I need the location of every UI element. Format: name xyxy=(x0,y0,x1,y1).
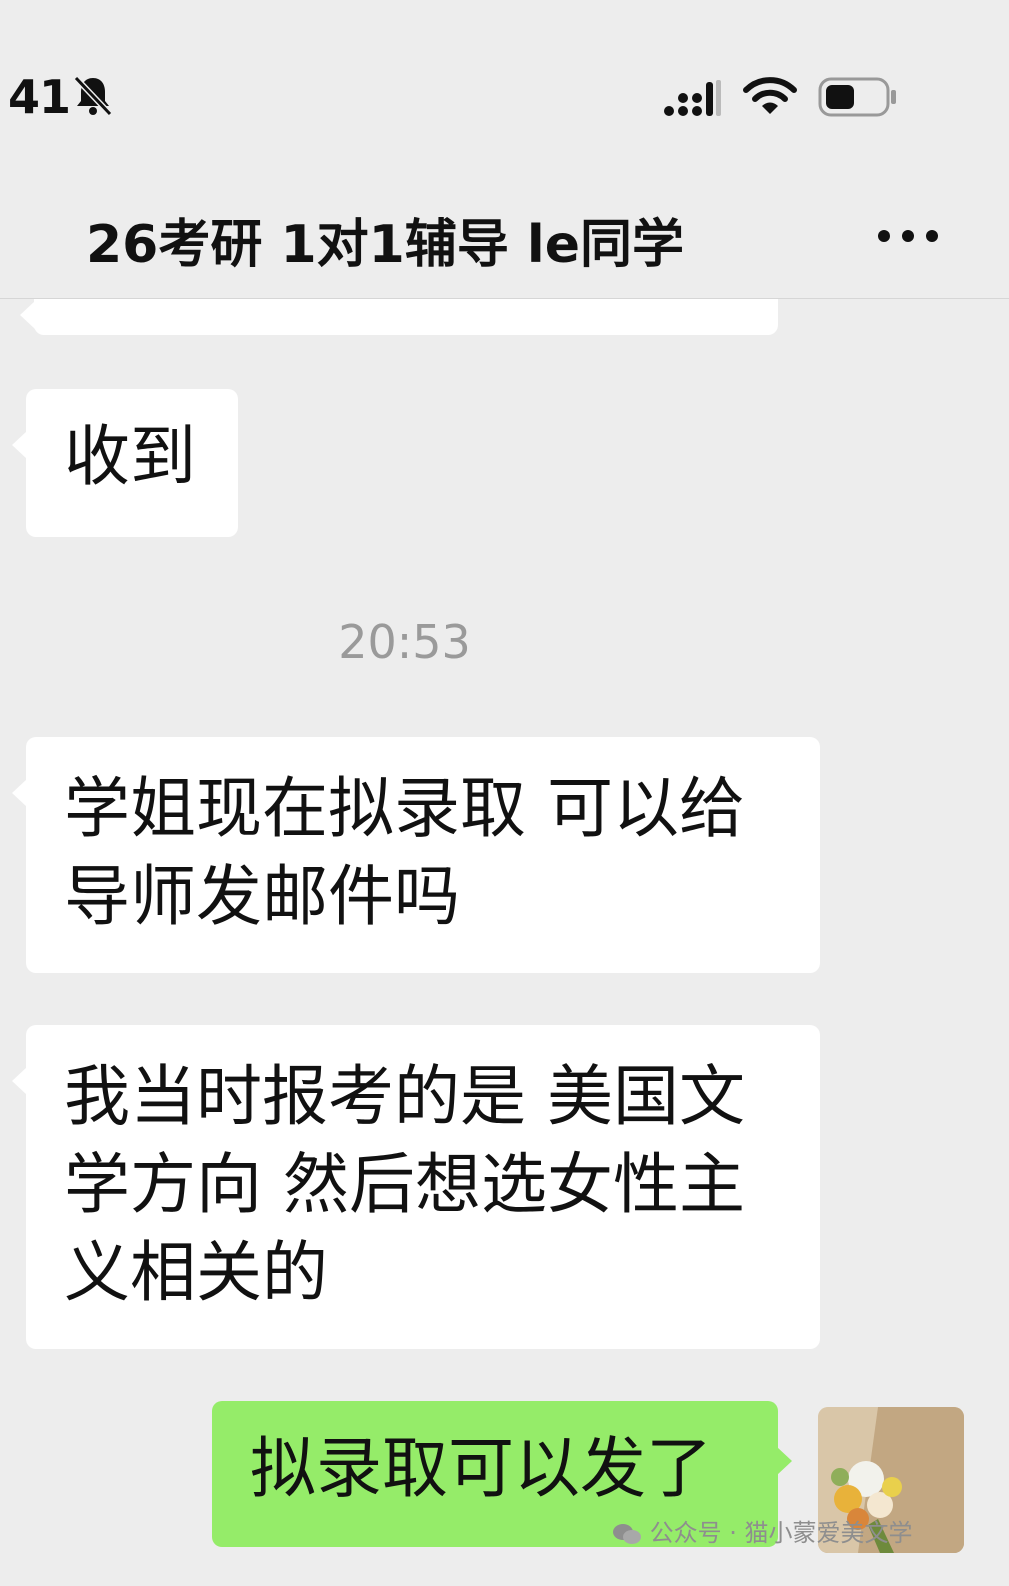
message-timestamp: 20:53 xyxy=(338,615,471,669)
status-time: 41 xyxy=(8,70,71,124)
message-text: 收到 xyxy=(64,418,196,495)
message-bubble-incoming[interactable]: 学姐现在拟录取 可以给 导师发邮件吗 xyxy=(12,737,820,973)
message-bubble-incoming[interactable]: 收到 xyxy=(12,389,238,537)
bell-muted-icon xyxy=(73,75,113,117)
chat-title: 26考研 1对1辅导 le同学 xyxy=(86,215,685,275)
wechat-icon xyxy=(613,1524,641,1544)
watermark-text: 公众号 · 猫小蒙爱美文学 xyxy=(649,1519,913,1547)
message-text-line: 学姐现在拟录取 可以给 xyxy=(64,770,745,847)
battery-icon xyxy=(818,77,896,117)
watermark: 公众号 · 猫小蒙爱美文学 xyxy=(612,1513,913,1548)
status-bar: 41 xyxy=(0,0,1009,190)
chat-header: 26考研 1对1辅导 le同学 xyxy=(0,190,1009,299)
message-bubble-incoming[interactable]: 我当时报考的是 美国文 学方向 然后想选女性主 义相关的 xyxy=(12,1025,820,1349)
message-text: 拟录取可以发了 xyxy=(250,1430,712,1507)
message-text-line: 义相关的 xyxy=(64,1234,328,1311)
message-text-line: 导师发邮件吗 xyxy=(64,858,460,935)
cellular-signal-icon xyxy=(664,80,721,116)
message-text-line: 我当时报考的是 美国文 xyxy=(64,1058,745,1135)
message-list[interactable]: 收到 20:53 学姐现在拟录取 可以给 导师发邮件吗 我当时报考的是 美国文 … xyxy=(0,299,1009,1586)
wifi-icon xyxy=(743,77,797,114)
message-bubble-incoming[interactable] xyxy=(20,299,778,335)
more-dots-icon[interactable] xyxy=(872,216,952,256)
message-text-line: 学方向 然后想选女性主 xyxy=(64,1146,745,1223)
